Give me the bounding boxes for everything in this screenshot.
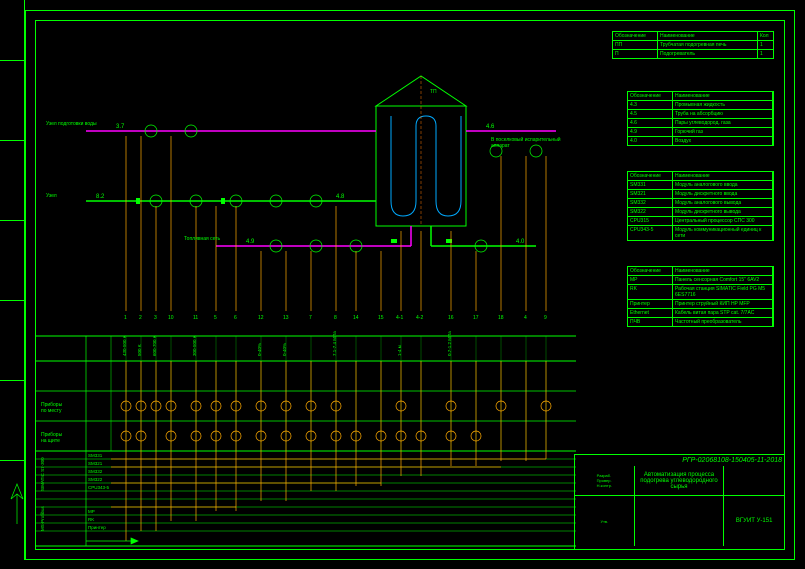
hdr-c2: Наименование [658,32,758,40]
table-row: 4.0Воздух [628,137,773,145]
north-arrow-icon [5,479,30,529]
drawing-code: РГР-02068108-150405-11-2018 [575,455,784,466]
furnace-icon [376,76,466,226]
svg-text:2: 2 [139,315,142,321]
table-row: SM322Модуль дискретного вывода [628,208,773,217]
svg-text:8.2: 8.2 [96,194,105,200]
svg-text:0.7-1.2 МПа: 0.7-1.2 МПа [447,331,452,356]
table-row: 4.3Промывная жидкость [628,101,773,110]
legend-lines: ОбозначениеНаименование 4.3Промывная жид… [627,91,774,146]
inner-sheet: ОбозначениеНаименованиеКол ППТрубчатая п… [35,20,785,550]
svg-text:4.8: 4.8 [336,194,345,200]
instrument-bubbles [145,125,542,252]
label-fuel: Топливная сеть [184,236,220,242]
svg-text:600-700 K: 600-700 K [152,335,157,356]
table-row: SM321Модуль дискретного ввода [628,190,773,199]
table-row: MPПанель сенсорная Comfort 15" 6AV2 [628,276,773,285]
svg-text:11: 11 [193,315,198,321]
svg-text:12: 12 [258,315,264,321]
table-row: 4.9Горючий газ [628,128,773,137]
svg-text:SM322: SM322 [88,477,103,482]
table-row: ПринтерПринтер струйный КИП HP MFP [628,300,773,309]
svg-text:RK: RK [88,517,94,522]
svg-text:10: 10 [168,315,174,321]
svg-text:18: 18 [498,315,504,321]
svg-text:4.9: 4.9 [246,239,255,245]
table-row: 4.6Пары углеводород. газа [628,119,773,128]
table-row: SM332Модуль аналогового вывода [628,199,773,208]
svg-text:500 K: 500 K [137,344,142,356]
label-unit: Узел [46,193,57,199]
svg-text:300-500 K: 300-500 K [192,335,197,356]
arrow-icon [86,538,138,544]
svg-text:16: 16 [448,315,454,321]
table-row: RKРабочая станция SIMATIC Field PG M5 6E… [628,285,773,300]
svg-text:9: 9 [544,315,547,321]
svg-text:3: 3 [154,315,157,321]
hdr-c1: Обозначение [613,32,658,40]
svg-text:4-2: 4-2 [416,315,423,321]
svg-text:SM331: SM331 [88,453,103,458]
signal-grid: 430-500 K 500 K 600-700 K 300-500 K 0-40… [36,331,576,546]
drawing-title: Автоматизация процесса подогрева углевод… [635,466,725,495]
pid-diagram: 3.7 8.2 4.9 4.8 4.6 4.0 [36,21,576,551]
table-row: ППодогреватель1 [613,50,773,58]
table-row: CPU315Центральный процессор CПС 300 [628,217,773,226]
svg-text:на щите: на щите [41,438,60,444]
svg-text:Принтер: Принтер [88,525,106,530]
legend-devices: ОбозначениеНаименование MPПанель сенсорн… [627,266,774,327]
svg-text:3.7: 3.7 [116,124,125,130]
svg-text:6: 6 [234,315,237,321]
table-row: CPU343-5Модуль коммуникационный единиц к… [628,226,773,240]
channel-numbers: 123 10115 61213 7814 154-14-2 161718 49 [124,315,547,321]
title-block: РГР-02068108-150405-11-2018 Разраб. Пров… [574,454,784,549]
label-vapor-out: В поселковый испарительный аппарат [491,137,566,149]
svg-text:13: 13 [283,315,289,321]
table-row: ПЧВЧастотный преобразователь [628,318,773,326]
svg-text:0-40%: 0-40% [282,343,287,356]
signal-lines [126,136,546,311]
svg-text:SM332: SM332 [88,469,103,474]
table-row: EthernetКабель витая пара STP cat. 7/7AC [628,309,773,318]
svg-text:1-4 м: 1-4 м [397,345,402,356]
table-row: ППТрубчатая подогревная печь1 [613,41,773,50]
svg-text:4.6: 4.6 [486,124,495,130]
svg-text:4: 4 [524,315,527,321]
label-furnace: ТП [430,89,437,95]
svg-text:15: 15 [378,315,384,321]
hdr-c3: Кол [758,32,773,40]
table-row: 4.5Труба на абсорбцию [628,110,773,119]
svg-text:4-1: 4-1 [396,315,403,321]
svg-text:7.1-7.4 МПа: 7.1-7.4 МПа [332,331,337,356]
legend-modules: ОбозначениеНаименование SM331Модуль анал… [627,171,774,241]
svg-text:1: 1 [124,315,127,321]
label-water-unit: Узел подготовки воды [46,121,97,127]
svg-text:5: 5 [214,315,217,321]
svg-text:MS-Profibus: MS-Profibus [40,505,45,531]
svg-text:MP: MP [88,509,95,514]
table-row: SM331Модуль аналогового ввода [628,181,773,190]
legend-equipment: ОбозначениеНаименованиеКол ППТрубчатая п… [612,31,774,59]
svg-text:14: 14 [353,315,359,321]
svg-text:SM321: SM321 [88,461,103,466]
svg-text:17: 17 [473,315,479,321]
svg-text:8: 8 [334,315,337,321]
side-ruler [0,0,25,560]
svg-text:по месту: по месту [41,408,62,414]
school-code: ВГУИТ У-151 [724,496,784,546]
svg-text:430-500 K: 430-500 K [122,335,127,356]
svg-text:4.0: 4.0 [516,239,525,245]
svg-text:SIMATIC S7-300: SIMATIC S7-300 [40,457,45,491]
svg-text:CPU343-5: CPU343-5 [88,485,110,490]
svg-text:0-40%: 0-40% [257,343,262,356]
svg-text:7: 7 [309,315,312,321]
